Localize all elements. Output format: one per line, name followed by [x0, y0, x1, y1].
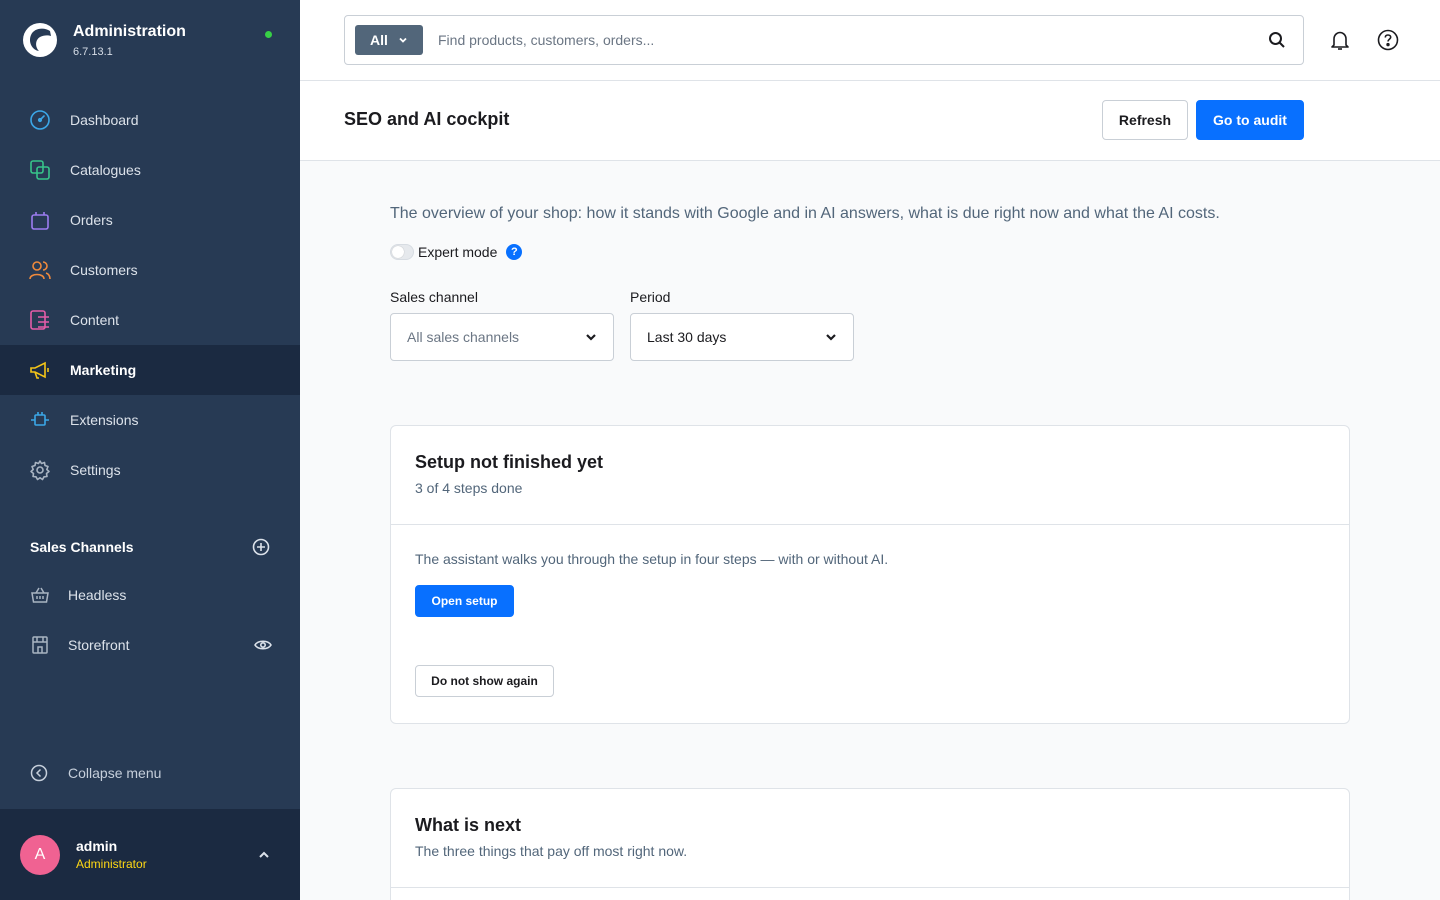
app-version: 6.7.13.1	[73, 46, 113, 58]
chevron-down-icon	[826, 334, 836, 341]
megaphone-icon	[28, 358, 52, 382]
go-to-audit-button[interactable]: Go to audit	[1196, 100, 1304, 140]
orders-icon	[28, 208, 52, 232]
search-type-label: All	[370, 32, 388, 48]
setup-card-subtitle: 3 of 4 steps done	[415, 480, 523, 496]
notifications-button[interactable]	[1328, 28, 1352, 52]
open-setup-button[interactable]: Open setup	[415, 585, 514, 617]
gear-icon	[28, 458, 52, 482]
nav-label: Orders	[70, 212, 113, 228]
global-search: All	[344, 15, 1304, 65]
nav-label: Content	[70, 312, 120, 328]
nav-label: Marketing	[70, 362, 137, 378]
sales-channel-storefront[interactable]: Storefront	[0, 620, 300, 670]
user-role: Administrator	[76, 857, 147, 871]
page-header: SEO and AI cockpit Refresh Go to audit	[300, 81, 1440, 161]
brand: Administration 6.7.13.1	[22, 22, 186, 58]
nav-item-dashboard[interactable]: Dashboard	[0, 95, 300, 145]
period-select-value: Last 30 days	[647, 329, 727, 345]
expert-mode-help-icon[interactable]: ?	[506, 244, 523, 260]
avatar: A	[20, 834, 60, 875]
user-name: admin	[76, 838, 118, 854]
sales-channel-label: Headless	[68, 587, 127, 603]
whats-next-card: What is next The three things that pay o…	[390, 788, 1350, 900]
intro-text: The overview of your shop: how it stands…	[390, 205, 1220, 222]
setup-card-text: The assistant walks you through the setu…	[415, 551, 889, 567]
period-filter: Period Last 30 days	[630, 289, 854, 361]
content-icon	[28, 308, 52, 332]
sales-channel-select-value: All sales channels	[407, 329, 520, 345]
collapse-menu-label: Collapse menu	[68, 765, 162, 781]
setup-card-header: Setup not finished yet 3 of 4 steps done	[391, 426, 1349, 525]
setup-card-body: The assistant walks you through the setu…	[391, 525, 1349, 723]
nav-item-customers[interactable]: Customers	[0, 245, 300, 295]
nav-item-content[interactable]: Content	[0, 295, 300, 345]
expert-mode-label: Expert mode	[418, 244, 498, 260]
sales-channels-title: Sales Channels	[30, 539, 134, 555]
sales-channels-header: Sales Channels	[30, 538, 270, 556]
nav-item-orders[interactable]: Orders	[0, 195, 300, 245]
refresh-button[interactable]: Refresh	[1102, 100, 1188, 140]
nav-item-catalogues[interactable]: Catalogues	[0, 145, 300, 195]
sales-channel-filter-label: Sales channel	[390, 289, 478, 305]
expert-mode-toggle[interactable]	[390, 244, 414, 260]
question-circle-icon	[1377, 29, 1399, 51]
chevron-up-icon[interactable]	[258, 849, 270, 861]
nav-label: Dashboard	[70, 112, 139, 128]
whats-next-card-subtitle: The three things that pay off most right…	[415, 843, 688, 859]
customers-icon	[28, 258, 52, 282]
app-title: Administration	[73, 23, 186, 40]
expert-mode: Expert mode ?	[390, 244, 523, 260]
sales-channel-list: Headless Storefront	[0, 570, 300, 670]
period-filter-label: Period	[630, 289, 671, 305]
shopware-logo-icon	[23, 23, 57, 57]
sales-channel-filter: Sales channel All sales channels	[390, 289, 614, 361]
page-title: SEO and AI cockpit	[344, 109, 510, 129]
add-sales-channel-button[interactable]	[252, 538, 270, 556]
user-menu[interactable]: A admin Administrator	[0, 809, 300, 900]
plus-circle-icon	[252, 538, 270, 556]
setup-card-title: Setup not finished yet	[415, 452, 604, 472]
setup-card: Setup not finished yet 3 of 4 steps done…	[390, 425, 1350, 724]
sidebar: Administration 6.7.13.1 Dashboard Catalo…	[0, 0, 300, 900]
whats-next-card-title: What is next	[415, 815, 522, 835]
sales-channel-label: Storefront	[68, 637, 130, 653]
plug-icon	[28, 408, 52, 432]
chevron-down-icon	[586, 334, 596, 341]
help-button[interactable]	[1376, 28, 1400, 52]
period-select[interactable]: Last 30 days	[630, 313, 854, 361]
search-type-dropdown[interactable]: All	[355, 25, 423, 55]
nav-item-marketing[interactable]: Marketing	[0, 345, 300, 395]
nav-label: Catalogues	[70, 162, 141, 178]
nav-item-settings[interactable]: Settings	[0, 445, 300, 495]
basket-icon	[28, 583, 52, 607]
search-button[interactable]	[1265, 28, 1289, 52]
topbar: All	[300, 0, 1440, 81]
nav-item-extensions[interactable]: Extensions	[0, 395, 300, 445]
online-status-dot	[265, 31, 272, 38]
do-not-show-again-button[interactable]: Do not show again	[415, 665, 554, 697]
search-input[interactable]	[438, 32, 1265, 48]
whats-next-card-header: What is next The three things that pay o…	[391, 789, 1349, 888]
catalogues-icon	[28, 158, 52, 182]
main-nav: Dashboard Catalogues Orders Customers Co…	[0, 95, 300, 495]
nav-label: Customers	[70, 262, 138, 278]
collapse-menu-button[interactable]: Collapse menu	[30, 764, 161, 782]
chevron-left-circle-icon	[30, 764, 48, 782]
search-icon	[1269, 32, 1285, 48]
nav-label: Extensions	[70, 412, 139, 428]
eye-icon[interactable]	[254, 636, 272, 654]
bell-icon	[1331, 31, 1349, 50]
nav-label: Settings	[70, 462, 121, 478]
storefront-icon	[28, 633, 52, 657]
chevron-down-icon	[399, 37, 407, 43]
sales-channel-select[interactable]: All sales channels	[390, 313, 614, 361]
sales-channel-headless[interactable]: Headless	[0, 570, 300, 620]
dashboard-icon	[28, 108, 52, 132]
